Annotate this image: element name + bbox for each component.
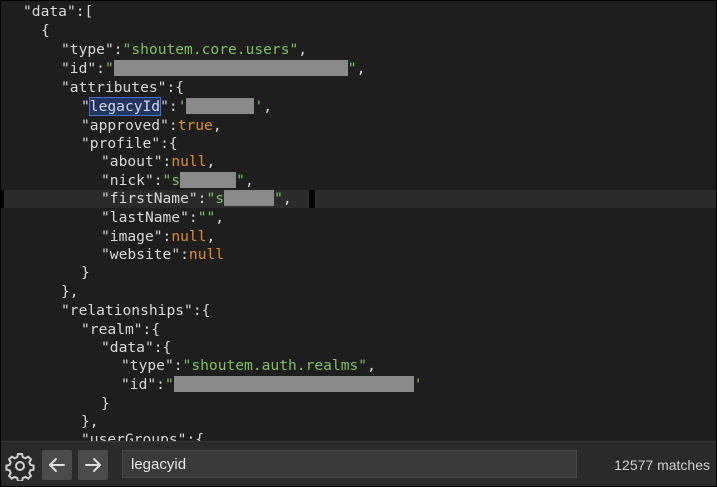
devtools-response-viewer: "data":[ { "type":"shoutem.core.users", …	[0, 0, 717, 487]
code-line: "approved":true,	[81, 117, 222, 134]
code-line: "id":" ",	[61, 60, 366, 77]
redacted-value	[186, 98, 255, 114]
search-input[interactable]	[122, 450, 577, 478]
gear-icon[interactable]	[5, 451, 35, 483]
code-line: "nick":"s ",	[101, 172, 254, 189]
code-line: "type":"shoutem.auth.realms",	[121, 357, 376, 374]
code-line: }	[81, 264, 90, 281]
code-line: "type":"shoutem.core.users",	[61, 41, 308, 58]
code-line: "website":null	[101, 246, 225, 263]
arrow-left-icon	[49, 458, 65, 472]
json-code-view[interactable]: "data":[ { "type":"shoutem.core.users", …	[1, 1, 716, 441]
redacted-value	[180, 172, 237, 188]
code-line: "firstName":"s ",	[101, 190, 292, 207]
code-line: "realm":{	[81, 321, 161, 338]
code-line: "lastName":"",	[101, 209, 225, 226]
previous-match-button[interactable]	[42, 450, 72, 480]
code-line: "profile":{	[81, 135, 178, 152]
text-cursor	[309, 190, 315, 208]
code-line: },	[61, 283, 79, 300]
redacted-value	[113, 60, 348, 76]
code-line: "legacyId":' ',	[81, 97, 273, 116]
code-line: "relationships":{	[61, 302, 211, 319]
code-line: "image":null,	[101, 228, 216, 245]
search-match-highlight: legacyId	[88, 97, 162, 116]
find-bar: 12577 matches	[1, 441, 716, 486]
arrow-right-icon	[85, 458, 101, 472]
code-line: "about":null,	[101, 153, 216, 170]
code-line: }	[101, 395, 110, 412]
code-line: {	[41, 22, 50, 39]
code-line: "data":{	[101, 339, 172, 356]
code-line: "data":[	[23, 3, 94, 20]
code-line: "userGroups":{	[81, 431, 205, 441]
code-line: "attributes":{	[61, 79, 185, 96]
code-line: },	[81, 413, 99, 430]
code-line: "id":" '	[121, 376, 423, 393]
redacted-value	[224, 190, 275, 206]
line-marker-left	[1, 190, 4, 208]
match-count: 12577 matches	[614, 457, 710, 473]
next-match-button[interactable]	[78, 450, 108, 480]
redacted-value	[173, 376, 414, 392]
